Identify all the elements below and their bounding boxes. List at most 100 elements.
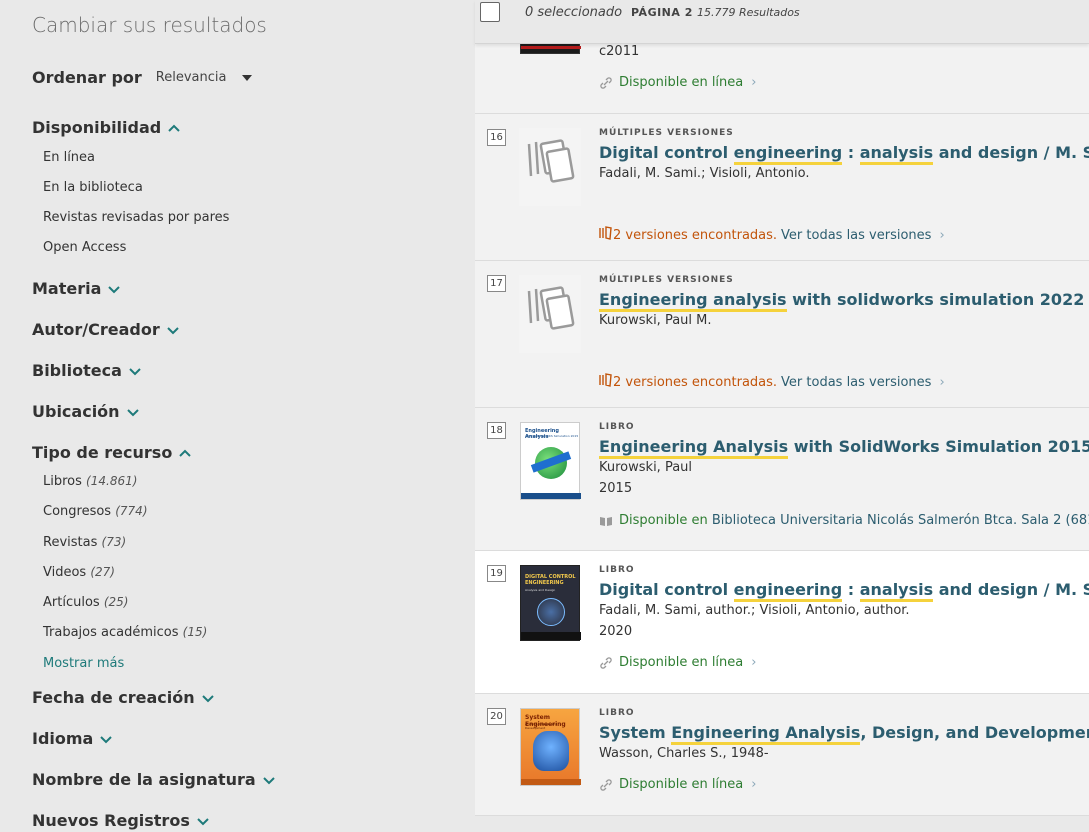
chevron-down-icon[interactable] xyxy=(166,323,180,337)
view-all-versions-link[interactable]: Ver todas las versiones xyxy=(781,228,931,243)
option-count: (15) xyxy=(182,625,208,639)
facet-option-libros[interactable]: Libros (14.861) xyxy=(43,474,137,489)
link-icon xyxy=(599,656,613,670)
facet-fecha-creacion[interactable]: Fecha de creación xyxy=(32,688,215,707)
facet-label: Nombre de la asignatura xyxy=(32,770,256,789)
facet-label: Materia xyxy=(32,279,102,298)
facet-idioma[interactable]: Idioma xyxy=(32,729,113,748)
facet-label: Ubicación xyxy=(32,402,120,421)
show-more-link[interactable]: Mostrar más xyxy=(43,656,124,671)
results-toolbar: 0 seleccionado PÁGINA 2 15.779 Resultado… xyxy=(475,0,1089,44)
option-count: (774) xyxy=(115,504,148,518)
result-number: 19 xyxy=(487,565,506,582)
result-author: Wasson, Charles S., 1948- xyxy=(599,746,769,761)
facet-label: Disponibilidad xyxy=(32,118,162,137)
result-type: LIBRO xyxy=(599,708,635,718)
sort-value[interactable]: Relevancia xyxy=(156,70,227,85)
title-text: , Design, and Development xyxy=(860,723,1089,742)
result-number: 20 xyxy=(487,708,506,725)
chevron-down-icon[interactable] xyxy=(262,773,276,787)
versions-icon xyxy=(599,373,613,391)
cover-thumbnail[interactable]: System Engineering Analysis, Design, and… xyxy=(520,708,581,786)
facet-option-en-linea[interactable]: En línea xyxy=(43,150,95,165)
chevron-down-icon[interactable] xyxy=(196,814,210,828)
result-title[interactable]: System Engineering Analysis, Design, and… xyxy=(599,723,1089,745)
multiple-versions-icon[interactable] xyxy=(519,128,581,206)
versions-row[interactable]: 2 versiones encontradas. Ver todas las v… xyxy=(599,226,945,244)
facet-option-congresos[interactable]: Congresos (774) xyxy=(43,504,148,519)
facet-option-videos[interactable]: Videos (27) xyxy=(43,565,115,580)
facet-label: Nuevos Registros xyxy=(32,811,190,830)
facet-option-articulos[interactable]: Artículos (25) xyxy=(43,595,128,610)
facet-option-open-access[interactable]: Open Access xyxy=(43,240,126,255)
option-label: Videos xyxy=(43,565,87,580)
chevron-down-icon[interactable] xyxy=(201,691,215,705)
result-item[interactable]: 20 System Engineering Analysis, Design, … xyxy=(475,694,1089,816)
facet-disponibilidad[interactable]: Disponibilidad xyxy=(32,118,181,137)
result-title[interactable]: Digital control engineering : analysis a… xyxy=(599,580,1089,602)
result-year: 2020 xyxy=(599,624,633,639)
result-number: 18 xyxy=(487,422,506,439)
versions-count: 2 versiones encontradas. xyxy=(613,227,778,243)
chevron-right-icon: › xyxy=(939,374,945,390)
title-highlight: Engineering Analysis xyxy=(671,723,861,745)
chevron-down-icon[interactable] xyxy=(126,405,140,419)
view-all-versions-link[interactable]: Ver todas las versiones xyxy=(781,375,931,390)
location-link[interactable]: Biblioteca Universitaria Nicolás Salmeró… xyxy=(712,513,1089,528)
availability-location[interactable]: Disponible en Biblioteca Universitaria N… xyxy=(599,513,1089,528)
title-highlight: engineering xyxy=(733,580,843,602)
result-title[interactable]: Engineering analysis with solidworks sim… xyxy=(599,290,1089,312)
result-item[interactable]: 18 Engineering Analysis with SOLIDWORKS … xyxy=(475,408,1089,551)
select-all-checkbox[interactable] xyxy=(480,2,500,22)
result-title[interactable]: Engineering Analysis with SolidWorks Sim… xyxy=(599,437,1089,459)
caret-down-icon[interactable] xyxy=(242,74,253,81)
chevron-down-icon[interactable] xyxy=(107,282,121,296)
versions-icon xyxy=(599,226,613,244)
title-highlight: Engineering analysis xyxy=(599,290,787,312)
versions-row[interactable]: 2 versiones encontradas. Ver todas las v… xyxy=(599,373,945,391)
chevron-right-icon: › xyxy=(751,75,757,90)
results-count: 15.779 Resultados xyxy=(697,6,800,19)
sidebar-title: Cambiar sus resultados xyxy=(32,13,267,37)
title-highlight: analysis xyxy=(859,580,934,602)
availability-link[interactable]: Disponible en línea › xyxy=(599,655,756,670)
facet-option-revistas[interactable]: Revistas (73) xyxy=(43,535,126,550)
chevron-down-icon[interactable] xyxy=(128,364,142,378)
facet-materia[interactable]: Materia xyxy=(32,279,121,298)
result-author: Fadali, M. Sami.; Visioli, Antonio. xyxy=(599,166,810,181)
result-type: MÚLTIPLES VERSIONES xyxy=(599,275,734,285)
facet-nombre-asignatura[interactable]: Nombre de la asignatura xyxy=(32,770,276,789)
cover-thumbnail[interactable]: Engineering Analysis with SOLIDWORKS Sim… xyxy=(520,422,581,500)
availability-link[interactable]: Disponible en línea › xyxy=(599,777,756,792)
result-year: c2011 xyxy=(599,44,640,59)
cover-thumbnail[interactable]: DIGITAL CONTROL ENGINEERING Analysis and… xyxy=(520,565,581,641)
availability-text: Disponible en xyxy=(619,513,708,528)
result-item[interactable]: 19 DIGITAL CONTROL ENGINEERING Analysis … xyxy=(475,551,1089,694)
facet-label: Biblioteca xyxy=(32,361,122,380)
result-item[interactable]: 17 MÚLTIPLES VERSIONES Engineering analy… xyxy=(475,261,1089,408)
chevron-right-icon: › xyxy=(751,777,757,792)
sort-label: Ordenar por xyxy=(32,68,142,87)
facet-option-trabajos-academicos[interactable]: Trabajos académicos (15) xyxy=(43,625,207,640)
sort-control[interactable]: Ordenar por Relevancia xyxy=(32,68,253,87)
multiple-versions-icon[interactable] xyxy=(519,275,581,353)
chevron-up-icon[interactable] xyxy=(167,121,181,135)
facet-biblioteca[interactable]: Biblioteca xyxy=(32,361,142,380)
availability-text: Disponible en línea xyxy=(619,75,744,90)
facet-tipo-de-recurso[interactable]: Tipo de recurso xyxy=(32,443,192,462)
option-count: (73) xyxy=(101,535,127,549)
result-title[interactable]: Digital control engineering : analysis a… xyxy=(599,143,1089,165)
facet-ubicacion[interactable]: Ubicación xyxy=(32,402,140,421)
facet-option-en-biblioteca[interactable]: En la biblioteca xyxy=(43,180,143,195)
chevron-down-icon[interactable] xyxy=(99,732,113,746)
result-item[interactable]: 16 MÚLTIPLES VERSIONES Digital control e… xyxy=(475,114,1089,261)
facet-option-revistas-revisadas[interactable]: Revistas revisadas por pares xyxy=(43,210,229,225)
book-icon xyxy=(599,514,613,528)
page-indicator: PÁGINA 2 xyxy=(631,6,693,19)
result-author: Kurowski, Paul M. xyxy=(599,313,712,328)
facet-nuevos-registros[interactable]: Nuevos Registros xyxy=(32,811,210,830)
availability-link[interactable]: Disponible en línea › xyxy=(599,75,756,90)
title-highlight: engineering xyxy=(733,143,843,165)
chevron-up-icon[interactable] xyxy=(178,446,192,460)
facet-autor-creador[interactable]: Autor/Creador xyxy=(32,320,180,339)
